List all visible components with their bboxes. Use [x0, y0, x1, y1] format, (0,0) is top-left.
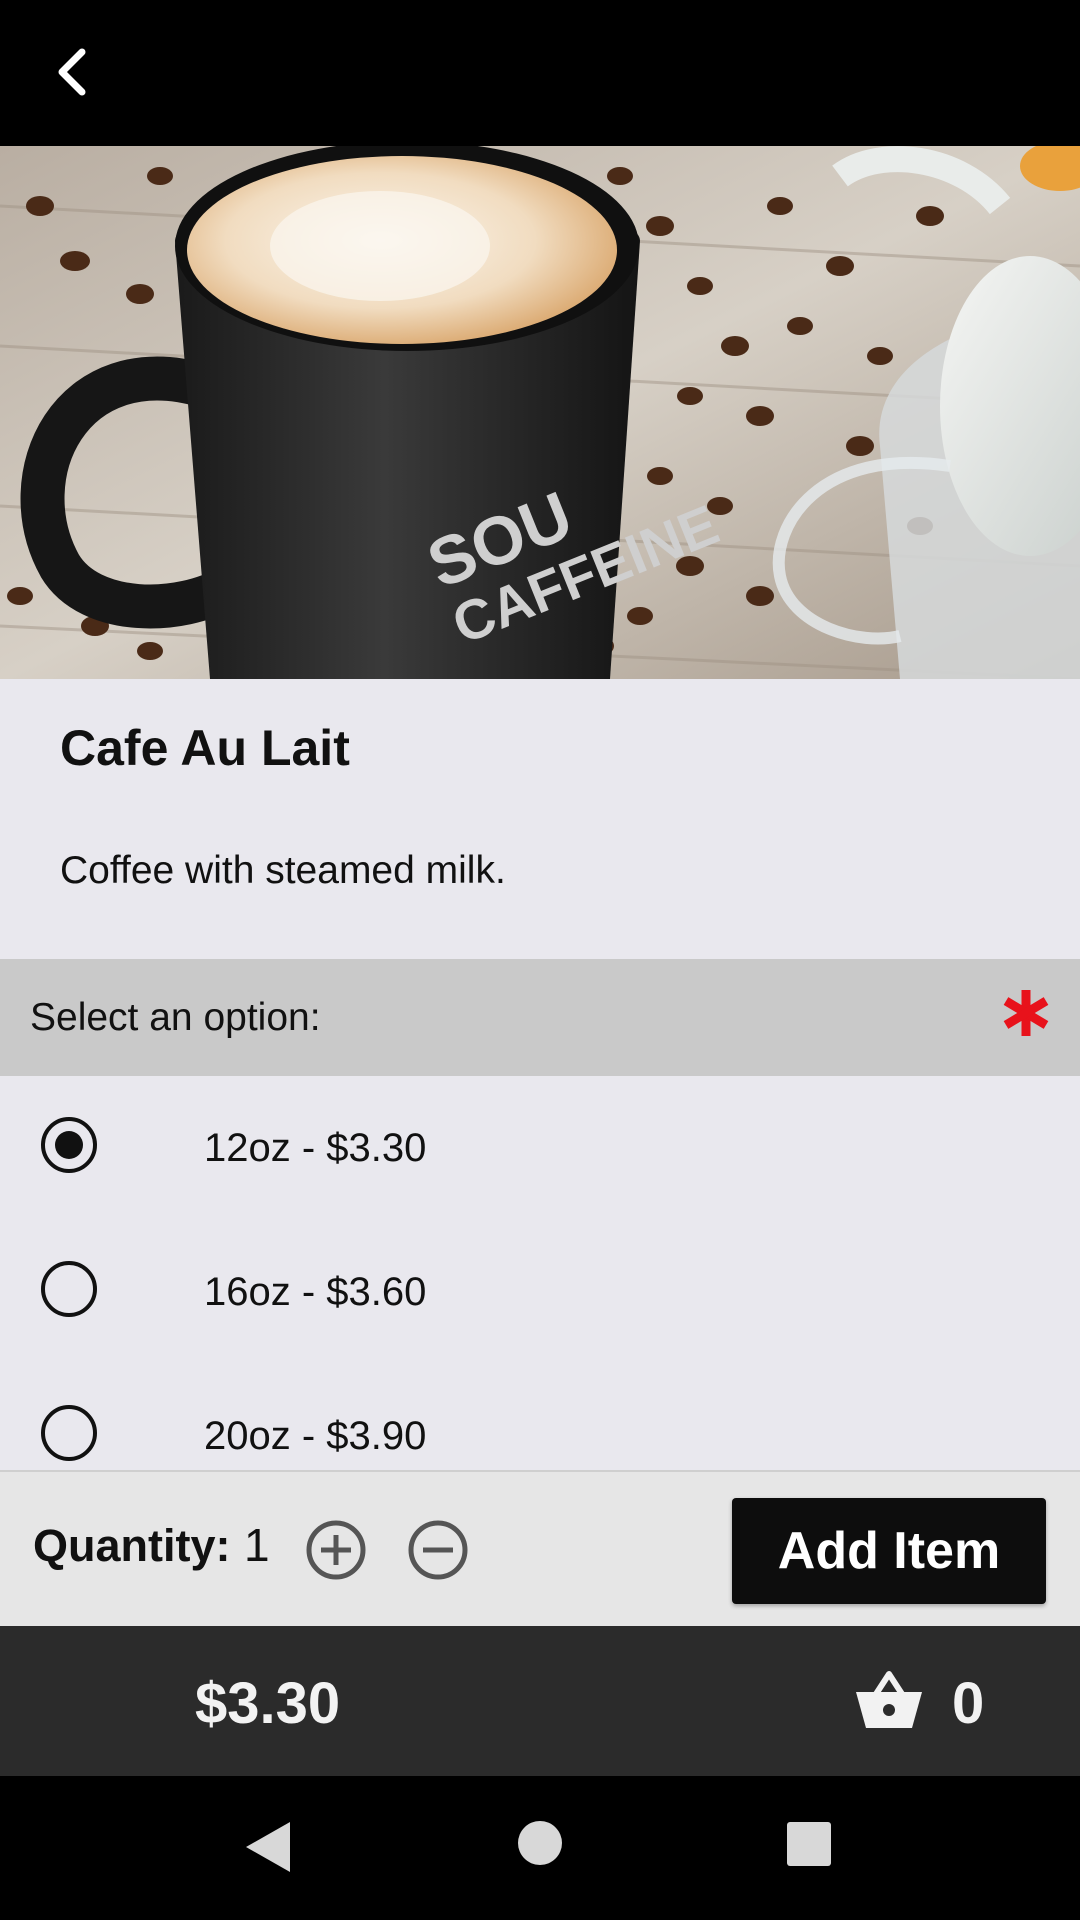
radio-button[interactable]: [41, 1405, 97, 1461]
option-label: 12oz - $3.30: [204, 1126, 427, 1170]
quantity-value: 1: [244, 1519, 270, 1571]
option-12oz[interactable]: 12oz - $3.30: [0, 1076, 1080, 1220]
order-total-bar: $3.30 0: [0, 1626, 1080, 1776]
options-header-label: Select an option:: [30, 996, 321, 1039]
cart-button[interactable]: [854, 1668, 924, 1732]
back-triangle-icon[interactable]: [244, 1820, 292, 1874]
item-description: Coffee with steamed milk.: [60, 849, 506, 892]
top-app-bar: [0, 0, 1080, 146]
basket-icon: [856, 1671, 922, 1728]
options-list: 12oz - $3.30 16oz - $3.60 20oz - $3.90: [0, 1076, 1080, 1470]
system-navigation-bar: [0, 1776, 1080, 1920]
radio-button[interactable]: [41, 1261, 97, 1317]
chevron-left-icon: [58, 48, 86, 96]
plus-circle-icon: [306, 1520, 366, 1580]
increase-quantity-button[interactable]: [305, 1519, 367, 1581]
asterisk-icon: [1003, 990, 1049, 1036]
back-button[interactable]: [40, 32, 110, 112]
quantity-bar: Quantity: 1 Add Item: [0, 1470, 1080, 1626]
minus-circle-icon: [408, 1520, 468, 1580]
options-header: Select an option:: [0, 959, 1080, 1076]
home-circle-icon[interactable]: [518, 1821, 562, 1865]
product-image: SOU CAFFEINE: [0, 146, 1080, 679]
option-label: 16oz - $3.60: [204, 1270, 427, 1314]
radio-button-selected[interactable]: [41, 1117, 97, 1173]
item-info: Cafe Au Lait Coffee with steamed milk.: [0, 679, 1080, 959]
total-price: $3.30: [195, 1671, 341, 1736]
recents-square-icon[interactable]: [787, 1822, 831, 1866]
add-item-button[interactable]: Add Item: [732, 1498, 1046, 1604]
cart-count: 0: [952, 1671, 985, 1736]
option-16oz[interactable]: 16oz - $3.60: [0, 1220, 1080, 1364]
option-label: 20oz - $3.90: [204, 1414, 427, 1458]
decrease-quantity-button[interactable]: [407, 1519, 469, 1581]
quantity-label: Quantity:: [33, 1520, 231, 1571]
item-title: Cafe Au Lait: [60, 720, 350, 776]
option-20oz[interactable]: 20oz - $3.90: [0, 1364, 1080, 1470]
